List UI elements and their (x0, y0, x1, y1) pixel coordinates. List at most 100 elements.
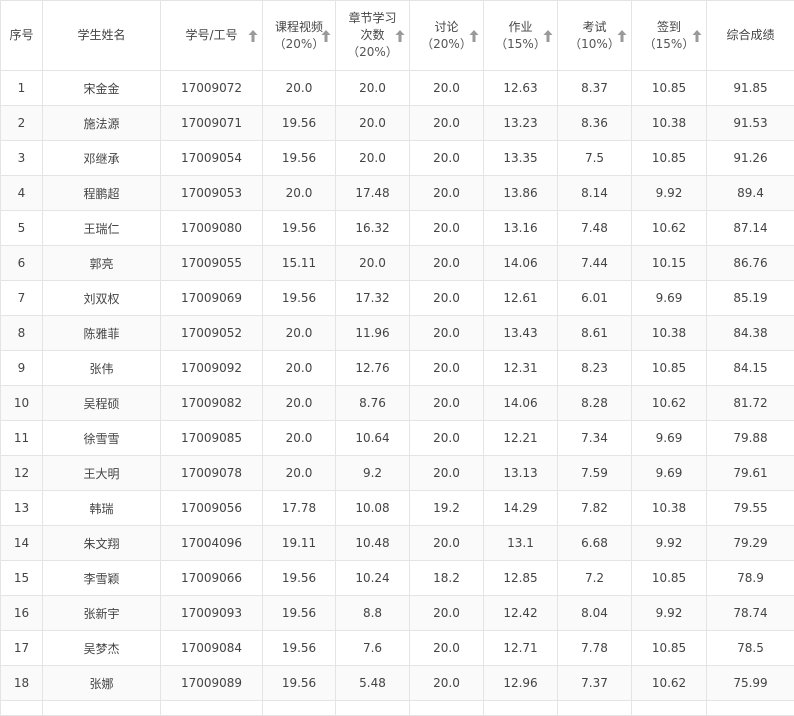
cell-overall-score: 81.72 (707, 386, 794, 421)
cell-course-video: 20.0 (263, 456, 336, 491)
table-row: 17吴梦杰1700908419.567.620.012.717.7810.857… (1, 631, 794, 666)
header-label-wrap: 章节学习次数（20%） (347, 10, 399, 61)
cell-student-id: 17004096 (161, 526, 263, 561)
cell-chapter-study-count: 17.48 (336, 176, 410, 211)
header-weight-label: （20%） (347, 44, 399, 61)
cell-discussion: 20.0 (410, 666, 484, 701)
header-label-wrap: 学生姓名 (77, 27, 125, 44)
cell-student-name: 张娜 (43, 666, 161, 701)
cell-exam: 8.04 (558, 596, 632, 631)
col-header-exam[interactable]: 考试（10%） (558, 1, 632, 71)
table-header: 序号学生姓名学号/工号课程视频（20%）章节学习次数（20%）讨论（20%）作业… (1, 1, 794, 71)
cell-homework: 12.96 (484, 666, 558, 701)
cell-exam: 6.68 (558, 526, 632, 561)
cell-student-id: 17009052 (161, 316, 263, 351)
cell-empty (263, 701, 336, 716)
cell-exam: 7.59 (558, 456, 632, 491)
cell-exam: 8.36 (558, 106, 632, 141)
sort-arrow-up-icon[interactable] (248, 29, 258, 43)
cell-student-id: 17009092 (161, 351, 263, 386)
cell-discussion: 20.0 (410, 386, 484, 421)
cell-overall-score: 89.4 (707, 176, 794, 211)
table-row: 5王瑞仁1700908019.5616.3220.013.167.4810.62… (1, 211, 794, 246)
cell-overall-score: 79.29 (707, 526, 794, 561)
header-label-wrap: 讨论（20%） (421, 19, 472, 53)
cell-exam: 7.44 (558, 246, 632, 281)
cell-chapter-study-count: 20.0 (336, 106, 410, 141)
col-header-course-video[interactable]: 课程视频 （20%） (263, 1, 336, 71)
cell-discussion: 20.0 (410, 456, 484, 491)
header-label: 课程视频 (275, 20, 323, 34)
cell-discussion: 20.0 (410, 421, 484, 456)
cell-discussion: 18.2 (410, 561, 484, 596)
cell-student-name: 刘双权 (43, 281, 161, 316)
cell-checkin: 10.15 (632, 246, 707, 281)
header-label: 作业 (508, 20, 532, 34)
header-cell-content: 综合成绩 (707, 1, 794, 70)
cell-course-video: 19.56 (263, 596, 336, 631)
table-row: 8陈雅菲1700905220.011.9620.013.438.6110.388… (1, 316, 794, 351)
sort-arrow-up-icon[interactable] (543, 29, 553, 43)
cell-checkin: 10.38 (632, 106, 707, 141)
header-weight-label: （20%） (274, 36, 325, 53)
sort-arrow-up-icon[interactable] (395, 29, 405, 43)
header-cell-content: 序号 (1, 1, 42, 70)
header-cell-content: 学号/工号 (161, 1, 262, 70)
sort-arrow-up-icon[interactable] (469, 29, 479, 43)
cell-student-name: 邓继承 (43, 141, 161, 176)
header-cell-content: 签到（15%） (632, 1, 706, 70)
cell-course-video: 15.11 (263, 246, 336, 281)
cell-student-id: 17009053 (161, 176, 263, 211)
cell-discussion: 20.0 (410, 316, 484, 351)
cell-empty (707, 701, 794, 716)
cell-index: 3 (1, 141, 43, 176)
grades-table: 序号学生姓名学号/工号课程视频（20%）章节学习次数（20%）讨论（20%）作业… (0, 0, 794, 716)
header-label-wrap: 考试（10%） (569, 19, 620, 53)
cell-checkin: 10.38 (632, 316, 707, 351)
cell-student-id: 17009084 (161, 631, 263, 666)
cell-student-id: 17009080 (161, 211, 263, 246)
cell-student-name: 吴程硕 (43, 386, 161, 421)
cell-student-id: 17009066 (161, 561, 263, 596)
cell-student-name: 宋金金 (43, 71, 161, 106)
cell-discussion: 19.2 (410, 491, 484, 526)
header-label-wrap: 序号 (9, 27, 33, 44)
cell-course-video: 20.0 (263, 386, 336, 421)
cell-course-video: 19.56 (263, 666, 336, 701)
header-label-wrap: 签到（15%） (644, 19, 695, 53)
col-header-chapter-study-count[interactable]: 章节学习次数（20%） (336, 1, 410, 71)
table-row: 7刘双权1700906919.5617.3220.012.616.019.698… (1, 281, 794, 316)
cell-student-name: 徐雪雪 (43, 421, 161, 456)
cell-checkin: 10.85 (632, 141, 707, 176)
cell-index: 1 (1, 71, 43, 106)
cell-checkin: 9.92 (632, 176, 707, 211)
cell-chapter-study-count: 12.76 (336, 351, 410, 386)
cell-discussion: 20.0 (410, 351, 484, 386)
col-header-discussion[interactable]: 讨论（20%） (410, 1, 484, 71)
cell-homework: 13.23 (484, 106, 558, 141)
cell-chapter-study-count: 10.24 (336, 561, 410, 596)
cell-overall-score: 75.99 (707, 666, 794, 701)
table-row: 10吴程硕1700908220.08.7620.014.068.2810.628… (1, 386, 794, 421)
sort-arrow-up-icon[interactable] (321, 29, 331, 43)
cell-student-name: 李雪颖 (43, 561, 161, 596)
cell-discussion: 20.0 (410, 246, 484, 281)
cell-homework: 13.35 (484, 141, 558, 176)
sort-arrow-up-icon[interactable] (617, 29, 627, 43)
cell-index: 2 (1, 106, 43, 141)
col-header-checkin[interactable]: 签到（15%） (632, 1, 707, 71)
table-row: 1宋金金1700907220.020.020.012.638.3710.8591… (1, 71, 794, 106)
col-header-student-id[interactable]: 学号/工号 (161, 1, 263, 71)
cell-course-video: 19.56 (263, 141, 336, 176)
cell-exam: 7.2 (558, 561, 632, 596)
cell-student-id: 17009085 (161, 421, 263, 456)
table-row: 2施法源1700907119.5620.020.013.238.3610.389… (1, 106, 794, 141)
header-weight-label: （10%） (569, 36, 620, 53)
cell-homework: 14.06 (484, 386, 558, 421)
cell-course-video: 19.56 (263, 561, 336, 596)
cell-student-name: 吴梦杰 (43, 631, 161, 666)
cell-chapter-study-count: 16.32 (336, 211, 410, 246)
cell-course-video: 20.0 (263, 176, 336, 211)
sort-arrow-up-icon[interactable] (692, 29, 702, 43)
col-header-homework[interactable]: 作业（15%） (484, 1, 558, 71)
